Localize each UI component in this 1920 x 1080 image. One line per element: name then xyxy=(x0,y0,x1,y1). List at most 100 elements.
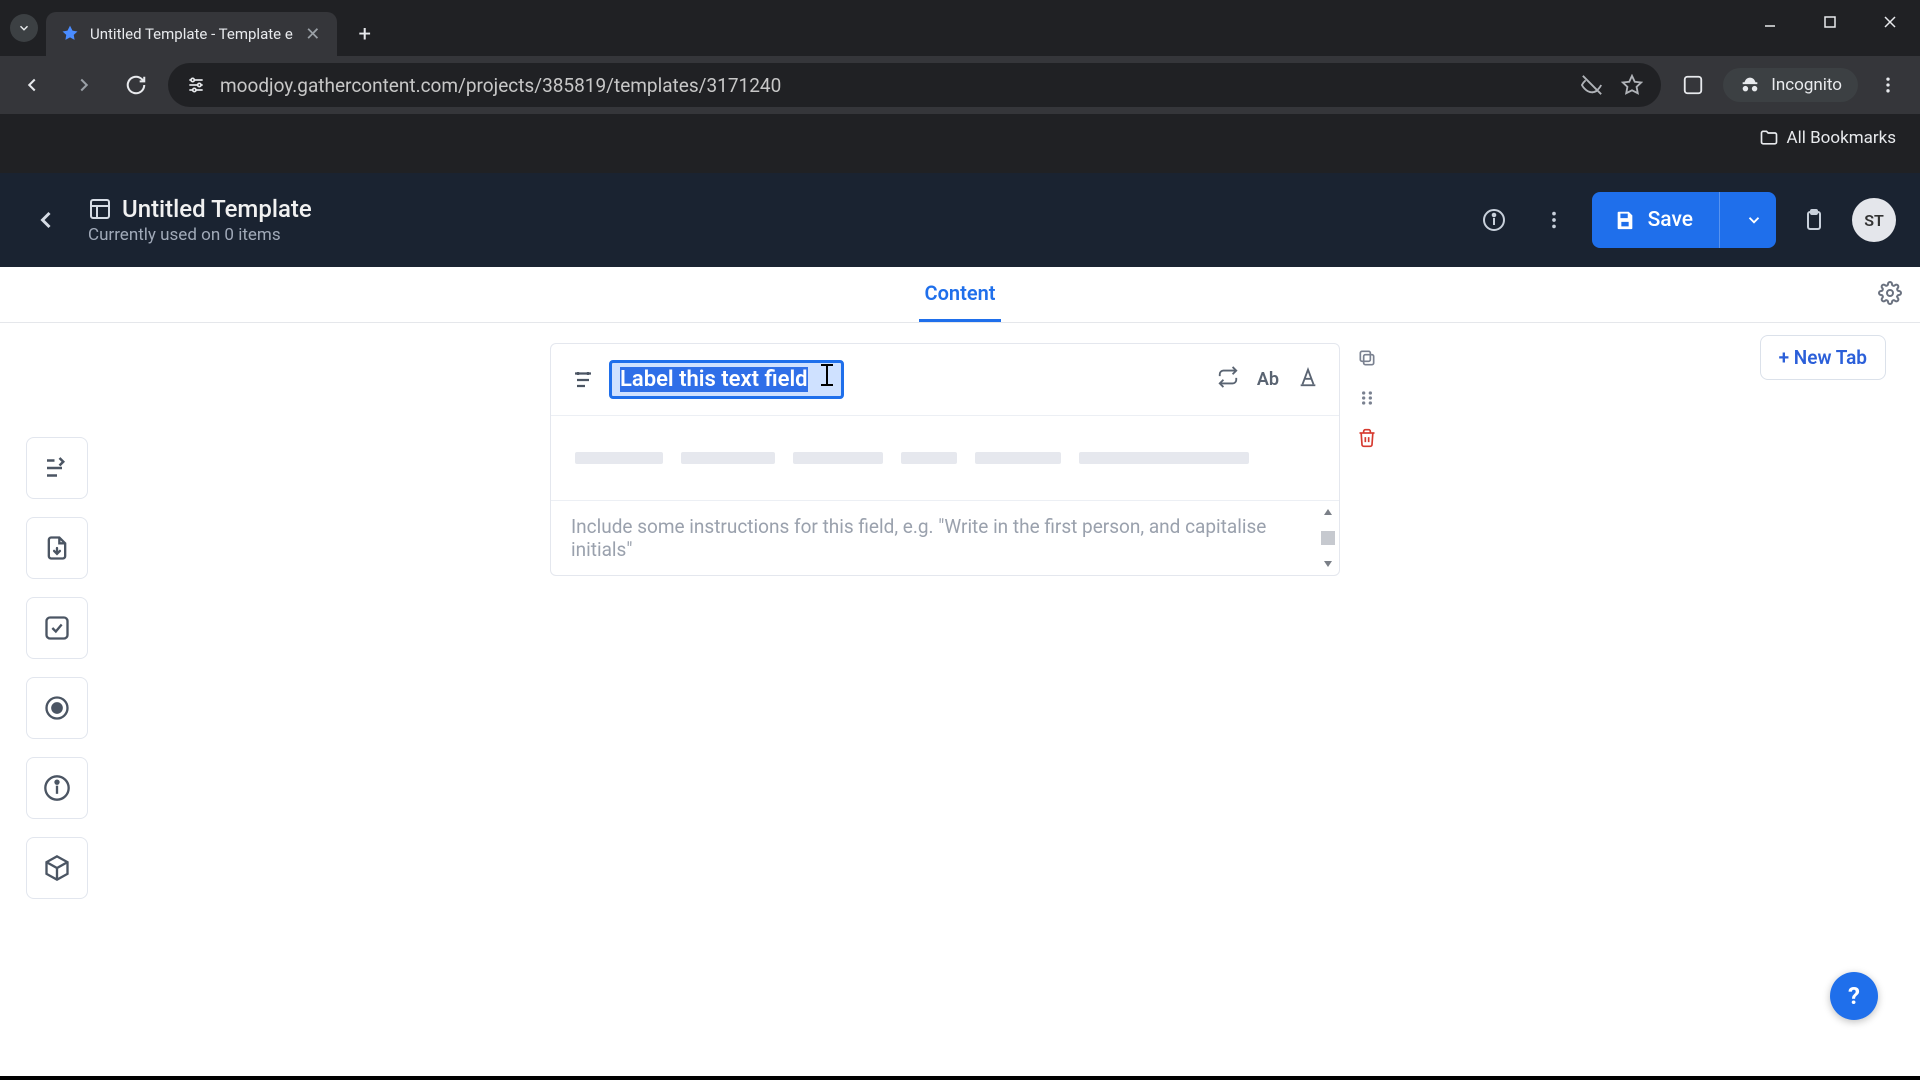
tab-search-dropdown[interactable] xyxy=(10,14,38,42)
save-icon xyxy=(1614,209,1636,231)
minimize-button[interactable] xyxy=(1740,0,1800,44)
url-text: moodjoy.gathercontent.com/projects/38581… xyxy=(220,74,781,97)
chevron-down-icon xyxy=(1745,211,1763,229)
browser-tab[interactable]: Untitled Template - Template e ✕ xyxy=(46,12,337,56)
new-tab-button[interactable]: + New Tab xyxy=(1760,335,1886,380)
clipboard-button[interactable] xyxy=(1792,198,1836,242)
tab-bar: Untitled Template - Template e ✕ + xyxy=(0,0,1920,56)
gear-icon xyxy=(1878,281,1902,305)
clipboard-icon xyxy=(1802,208,1826,232)
info-icon xyxy=(43,774,71,802)
save-dropdown-button[interactable] xyxy=(1732,211,1776,229)
repeat-toggle[interactable] xyxy=(1217,366,1239,393)
plain-text-toggle[interactable]: Ab xyxy=(1257,369,1279,390)
tab-title: Untitled Template - Template e xyxy=(90,25,293,43)
skeleton-line xyxy=(681,452,775,464)
more-actions-button[interactable] xyxy=(1532,198,1576,242)
field-header: Ab xyxy=(551,344,1339,416)
radio-icon xyxy=(43,694,71,722)
tab-content[interactable]: Content xyxy=(919,267,1002,322)
caret-up-icon xyxy=(1322,507,1334,517)
incognito-label: Incognito xyxy=(1771,75,1842,95)
reload-button[interactable] xyxy=(116,65,156,105)
close-icon[interactable]: ✕ xyxy=(303,24,323,44)
add-radio-field-button[interactable] xyxy=(26,677,88,739)
instructions-scrollbar[interactable] xyxy=(1319,507,1337,569)
skeleton-line xyxy=(793,452,883,464)
skeleton-line xyxy=(901,452,957,464)
instructions-placeholder: Include some instructions for this field… xyxy=(571,515,1266,561)
all-bookmarks-button[interactable]: All Bookmarks xyxy=(1759,128,1896,148)
avatar-initials: ST xyxy=(1864,211,1884,230)
info-button[interactable] xyxy=(1472,198,1516,242)
field-palette xyxy=(26,437,88,899)
browser-chrome: Untitled Template - Template e ✕ + moodj… xyxy=(0,0,1920,173)
cube-icon xyxy=(43,854,71,882)
avatar[interactable]: ST xyxy=(1852,198,1896,242)
new-tab-label: + New Tab xyxy=(1779,346,1867,369)
text-field-icon xyxy=(571,368,595,392)
help-label: ? xyxy=(1848,982,1860,1010)
tab-favicon-icon xyxy=(60,24,80,44)
template-subtitle: Currently used on 0 items xyxy=(88,225,312,245)
duplicate-field-button[interactable] xyxy=(1354,345,1380,371)
back-to-project-button[interactable] xyxy=(24,198,68,242)
save-button[interactable]: Save xyxy=(1592,192,1776,248)
skeleton-line xyxy=(975,452,1061,464)
tab-settings-button[interactable] xyxy=(1878,281,1902,309)
chevron-left-icon xyxy=(32,206,60,234)
page-tabs: Content xyxy=(0,267,1920,323)
text-field-card[interactable]: Ab Include some instructions for this fi… xyxy=(550,343,1340,576)
site-settings-icon[interactable] xyxy=(186,75,206,95)
template-icon xyxy=(88,197,112,221)
info-icon xyxy=(1482,208,1506,232)
field-side-actions xyxy=(1354,343,1380,576)
repeat-icon xyxy=(1217,366,1239,388)
title-block: Untitled Template Currently used on 0 it… xyxy=(88,195,312,245)
field-header-tools: Ab xyxy=(1217,366,1319,393)
url-box[interactable]: moodjoy.gathercontent.com/projects/38581… xyxy=(168,63,1661,107)
drag-icon xyxy=(1357,388,1377,408)
add-component-field-button[interactable] xyxy=(26,837,88,899)
bookmark-star-icon[interactable] xyxy=(1621,74,1643,96)
add-attachment-field-button[interactable] xyxy=(26,517,88,579)
skeleton-line xyxy=(575,452,663,464)
field-body-preview xyxy=(551,416,1339,500)
skeleton-line xyxy=(1079,452,1249,464)
extensions-button[interactable] xyxy=(1673,65,1713,105)
field-instructions-input[interactable]: Include some instructions for this field… xyxy=(551,500,1339,575)
address-bar: moodjoy.gathercontent.com/projects/38581… xyxy=(0,56,1920,114)
save-divider xyxy=(1719,192,1720,248)
close-window-button[interactable] xyxy=(1860,0,1920,44)
checkbox-icon xyxy=(43,614,71,642)
format-icon xyxy=(1297,366,1319,388)
caret-down-icon xyxy=(1322,559,1334,569)
scrollbar-thumb[interactable] xyxy=(1321,531,1335,545)
delete-field-button[interactable] xyxy=(1354,425,1380,451)
formatting-toggle[interactable] xyxy=(1297,366,1319,393)
forward-button[interactable] xyxy=(64,65,104,105)
kebab-icon xyxy=(1543,209,1565,231)
app-header: Untitled Template Currently used on 0 it… xyxy=(0,173,1920,267)
add-guidelines-field-button[interactable] xyxy=(26,757,88,819)
taskbar xyxy=(0,1076,1920,1080)
eye-off-icon[interactable] xyxy=(1581,74,1603,96)
maximize-button[interactable] xyxy=(1800,0,1860,44)
add-checkbox-field-button[interactable] xyxy=(26,597,88,659)
new-browser-tab-button[interactable]: + xyxy=(349,18,381,50)
browser-menu-button[interactable] xyxy=(1868,65,1908,105)
drag-handle[interactable] xyxy=(1354,385,1380,411)
add-text-field-button[interactable] xyxy=(26,437,88,499)
field-label-input[interactable] xyxy=(609,360,844,399)
page-title[interactable]: Untitled Template xyxy=(122,195,312,223)
chevron-down-icon xyxy=(17,21,31,35)
text-field-icon xyxy=(42,453,72,483)
trash-icon xyxy=(1357,428,1377,448)
bookmarks-bar: All Bookmarks xyxy=(0,114,1920,162)
incognito-icon xyxy=(1739,74,1761,96)
help-button[interactable]: ? xyxy=(1830,972,1878,1020)
workspace: + New Tab Ab xyxy=(0,323,1920,1080)
incognito-indicator[interactable]: Incognito xyxy=(1723,68,1858,102)
back-button[interactable] xyxy=(12,65,52,105)
tab-label: Content xyxy=(925,281,996,305)
